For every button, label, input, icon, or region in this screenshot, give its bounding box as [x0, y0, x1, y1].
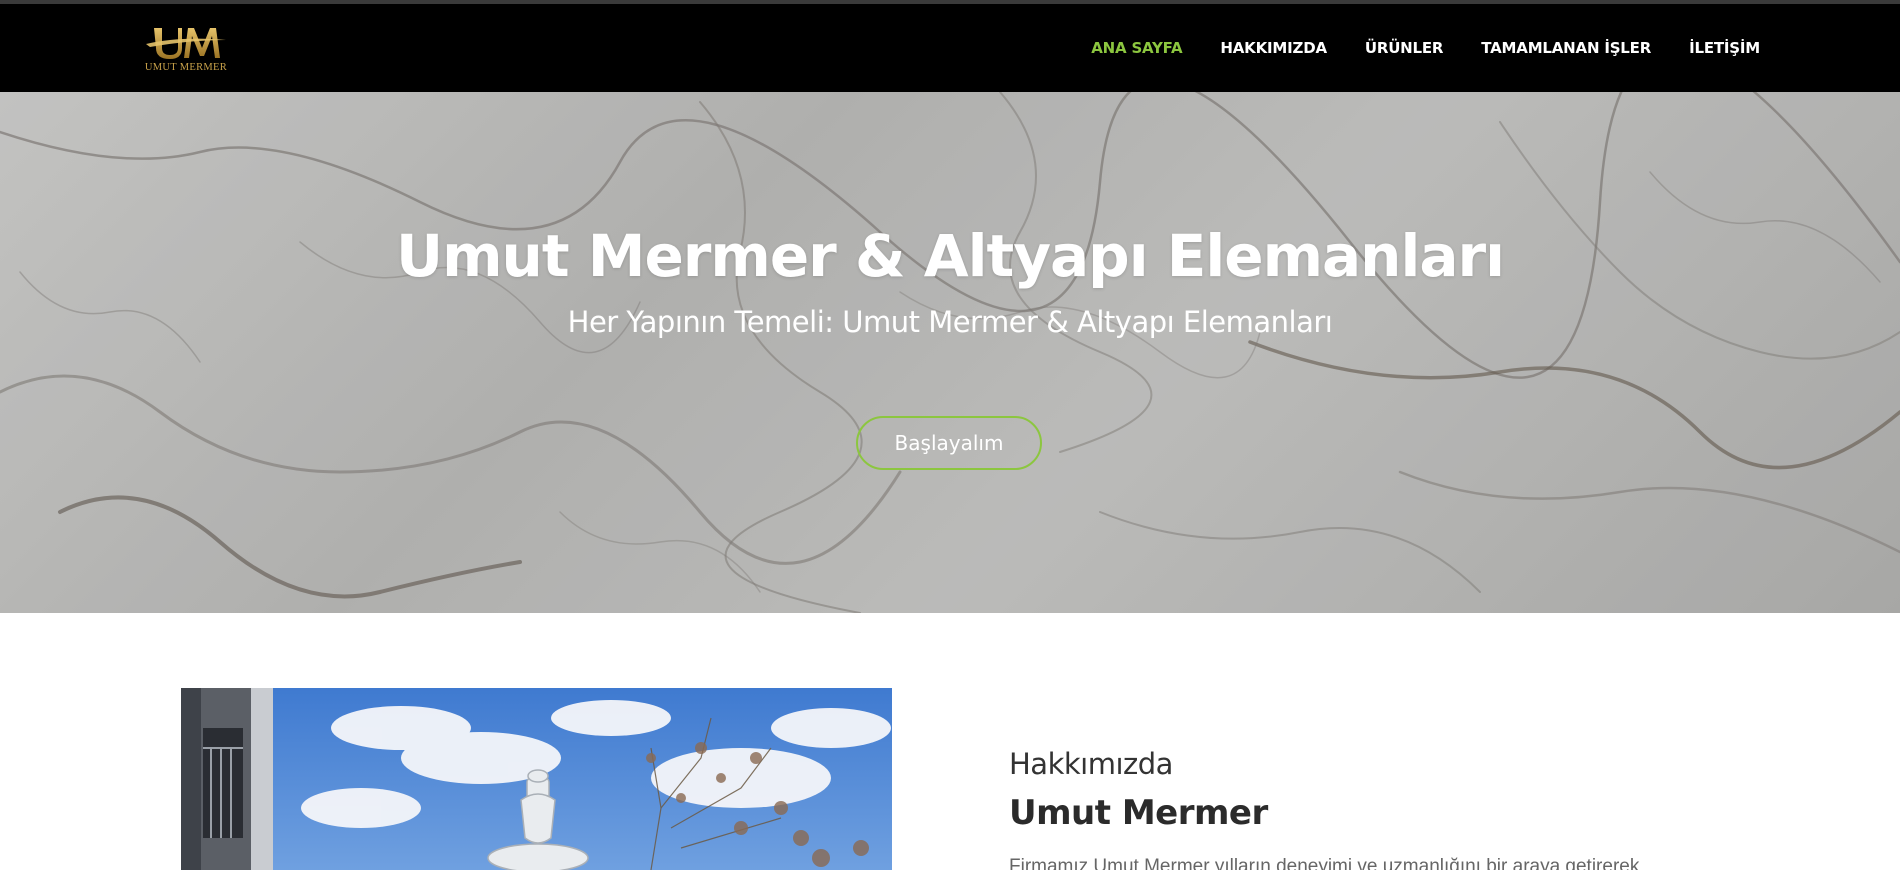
fountain-photo-image: [181, 688, 892, 870]
logo-text: UMUT MERMER: [144, 62, 228, 73]
about-title: Umut Mermer: [1009, 793, 1268, 833]
hero-title: Umut Mermer & Altyapı Elemanları: [396, 222, 1505, 290]
nav-item-products[interactable]: ÜRÜNLER: [1365, 39, 1444, 57]
nav-item-home[interactable]: ANA SAYFA: [1091, 39, 1182, 57]
hero-section: Umut Mermer & Altyapı Elemanları Her Yap…: [0, 92, 1900, 613]
site-header: UMUT MERMER ANA SAYFA HAKKIMIZDA ÜRÜNLER…: [0, 4, 1900, 92]
hero-subtitle: Her Yapının Temeli: Umut Mermer & Altyap…: [567, 305, 1333, 339]
logo-monogram-icon: [146, 28, 226, 59]
nav-item-about[interactable]: HAKKIMIZDA: [1220, 39, 1327, 57]
main-nav: ANA SAYFA HAKKIMIZDA ÜRÜNLER TAMAMLANAN …: [1053, 4, 1760, 92]
nav-item-contact[interactable]: İLETİŞİM: [1689, 39, 1760, 57]
about-paragraph: Firmamız Umut Mermer yılların deneyimi v…: [1009, 856, 1640, 870]
hero-overlay: [0, 92, 1900, 613]
about-photo: [181, 688, 892, 870]
logo[interactable]: UMUT MERMER: [140, 22, 232, 76]
get-started-button[interactable]: Başlayalım: [856, 416, 1042, 470]
about-kicker: Hakkımızda: [1009, 747, 1173, 781]
nav-item-completed-works[interactable]: TAMAMLANAN İŞLER: [1481, 39, 1651, 57]
